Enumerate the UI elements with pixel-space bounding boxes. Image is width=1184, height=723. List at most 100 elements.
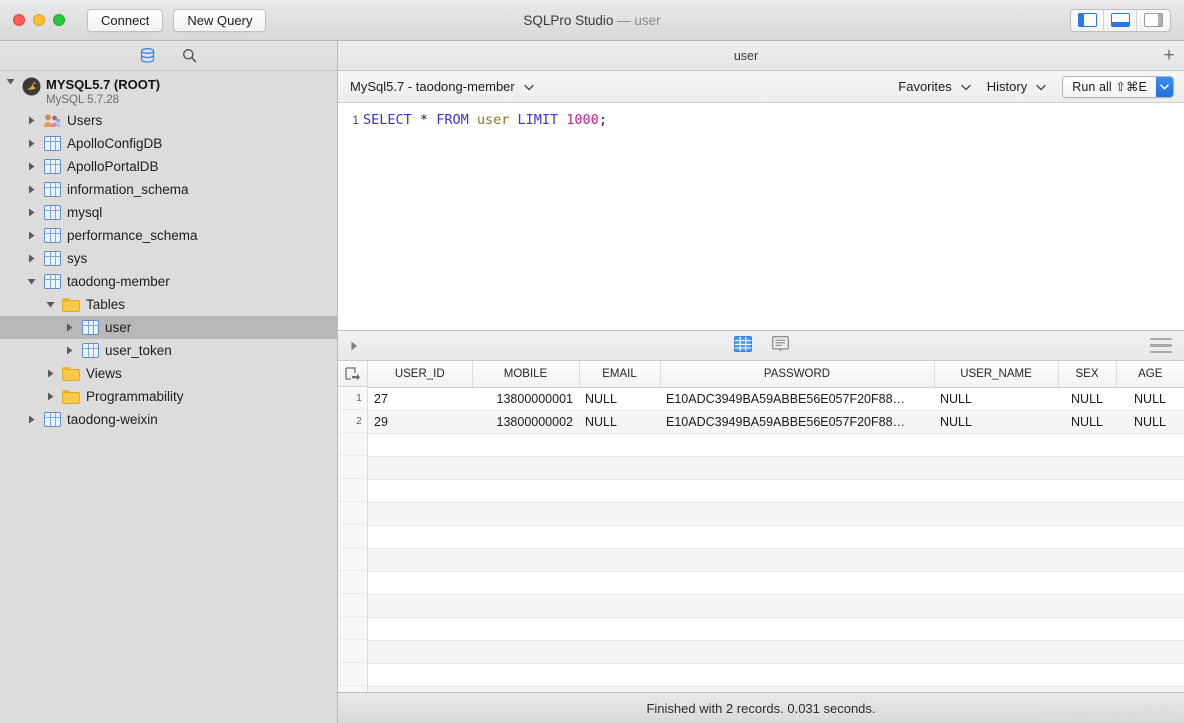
left-sidebar-toggle-button[interactable]	[1071, 9, 1104, 31]
sidebar-item-label: performance_schema	[67, 228, 198, 243]
run-options-dropdown-button[interactable]	[1156, 76, 1173, 97]
disclosure-triangle-collapsed-icon[interactable]	[59, 346, 79, 355]
column-header-email[interactable]: EMAIL	[579, 361, 661, 388]
table-cell-empty	[579, 640, 660, 664]
history-label: History	[986, 79, 1028, 94]
table-cell-sex[interactable]: NULL	[1058, 387, 1116, 411]
sidebar-item-apolloportaldb[interactable]: ApolloPortalDB	[0, 155, 337, 178]
table-cell-password[interactable]: E10ADC3949BA59ABBE56E057F20F88…	[660, 410, 934, 434]
right-sidebar-toggle-button[interactable]	[1137, 10, 1170, 31]
tree-node-root[interactable]: MYSQL5.7 (ROOT) MySQL 5.7.28	[0, 76, 337, 109]
sidebar-item-users[interactable]: Users	[0, 109, 337, 132]
sidebar-item-sys[interactable]: sys	[0, 247, 337, 270]
table-cell-empty	[934, 617, 1058, 641]
table-cell-user_id[interactable]: 29	[368, 410, 472, 434]
sidebar-item-label: Programmability	[86, 389, 184, 404]
connect-button[interactable]: Connect	[87, 8, 164, 32]
sql-editor[interactable]: 1 SELECT * FROM user LIMIT 1000;	[338, 103, 1184, 330]
table-cell-mobile[interactable]: 13800000002	[472, 410, 579, 434]
disclosure-triangle-collapsed-icon[interactable]	[40, 369, 60, 378]
column-header-user_name[interactable]: USER_NAME	[934, 361, 1059, 388]
table-cell-empty	[368, 479, 472, 503]
sidebar-item-taodong-weixin[interactable]: taodong-weixin	[0, 408, 337, 431]
disclosure-triangle-collapsed-icon[interactable]	[21, 116, 41, 125]
sidebar-item-tables[interactable]: Tables	[0, 293, 337, 316]
close-window-button[interactable]	[13, 14, 25, 26]
disclosure-triangle-collapsed-icon[interactable]	[21, 231, 41, 240]
table-cell-empty	[660, 571, 934, 595]
results-toolbar	[338, 331, 1184, 361]
disclosure-triangle-collapsed-icon[interactable]	[21, 162, 41, 171]
table-cell-age[interactable]: NULL	[1116, 387, 1184, 411]
table-row-empty	[368, 456, 1184, 480]
sidebar-item-mysql[interactable]: mysql	[0, 201, 337, 224]
column-header-age[interactable]: AGE	[1116, 361, 1184, 388]
column-header-user_id[interactable]: USER_ID	[368, 361, 473, 388]
column-header-sex[interactable]: SEX	[1058, 361, 1117, 388]
row-number[interactable]: 2	[338, 410, 367, 433]
disclosure-triangle-collapsed-icon[interactable]	[40, 392, 60, 401]
table-row-empty	[368, 502, 1184, 526]
table-cell-age[interactable]: NULL	[1116, 410, 1184, 434]
sidebar-item-taodong-member[interactable]: taodong-member	[0, 270, 337, 293]
table-row[interactable]: 27 13800000001 NULL E10ADC3949BA59ABBE56E05…	[368, 387, 1184, 411]
minimize-window-button[interactable]	[33, 14, 45, 26]
table-row[interactable]: 29 13800000002 NULL E10ADC3949BA59ABBE56E05…	[368, 410, 1184, 434]
maximize-window-button[interactable]	[53, 14, 65, 26]
connection-selector[interactable]: MySql5.7 - taodong-member	[350, 79, 534, 94]
new-query-button[interactable]: New Query	[173, 8, 267, 32]
table-cell-empty	[660, 663, 934, 687]
bottom-panel-toggle-button[interactable]	[1104, 9, 1137, 31]
disclosure-triangle-collapsed-icon[interactable]	[21, 415, 41, 424]
table-cell-user_name[interactable]: NULL	[934, 410, 1058, 434]
sidebar-item-user-token[interactable]: user_token	[0, 339, 337, 362]
column-header-password[interactable]: PASSWORD	[660, 361, 935, 388]
table-row-empty	[368, 640, 1184, 664]
disclosure-triangle-expanded-icon[interactable]	[0, 77, 20, 86]
tab-user[interactable]: user	[338, 49, 1154, 63]
search-icon[interactable]	[182, 48, 197, 63]
column-header-mobile[interactable]: MOBILE	[472, 361, 580, 388]
table-cell-mobile[interactable]: 13800000001	[472, 387, 579, 411]
table-cell-email[interactable]: NULL	[579, 410, 660, 434]
sidebar-item-performance-schema[interactable]: performance_schema	[0, 224, 337, 247]
table-cell-empty	[368, 433, 472, 457]
results-grid: 12 USER_ID MOBILE EMAIL PASSWORD USER_NAME SE…	[338, 361, 1184, 709]
sidebar-item-information-schema[interactable]: information_schema	[0, 178, 337, 201]
disclosure-triangle-collapsed-icon[interactable]	[59, 323, 79, 332]
table-cell-email[interactable]: NULL	[579, 387, 660, 411]
table-cell-user_id[interactable]: 27	[368, 387, 472, 411]
table-cell-user_name[interactable]: NULL	[934, 387, 1058, 411]
sidebar-item-programmability[interactable]: Programmability	[0, 385, 337, 408]
favorites-menu[interactable]: Favorites	[898, 79, 971, 94]
new-tab-button[interactable]: +	[1154, 46, 1184, 65]
table-cell-empty	[1116, 594, 1184, 618]
sidebar-item-user[interactable]: user	[0, 316, 337, 339]
table-cell-empty	[579, 594, 660, 618]
grid-view-icon[interactable]	[733, 336, 752, 355]
table-cell-empty	[368, 456, 472, 480]
database-icon[interactable]	[140, 47, 155, 64]
disclosure-triangle-expanded-icon[interactable]	[40, 300, 60, 309]
sidebar-item-views[interactable]: Views	[0, 362, 337, 385]
run-all-button[interactable]: Run all ⇧⌘E	[1063, 76, 1156, 97]
disclosure-triangle-expanded-icon[interactable]	[21, 277, 41, 286]
table-cell-empty	[1116, 548, 1184, 572]
disclosure-triangle-collapsed-icon[interactable]	[21, 185, 41, 194]
table-icon	[79, 320, 101, 335]
disclosure-triangle-collapsed-icon[interactable]	[21, 254, 41, 263]
users-icon	[41, 113, 63, 128]
table-cell-empty	[1058, 502, 1116, 526]
select-all-corner-icon[interactable]	[338, 361, 367, 387]
history-menu[interactable]: History	[987, 79, 1046, 94]
sidebar-item-label: ApolloPortalDB	[67, 159, 159, 174]
table-cell-password[interactable]: E10ADC3949BA59ABBE56E057F20F88…	[660, 387, 934, 411]
table-cell-sex[interactable]: NULL	[1058, 410, 1116, 434]
disclosure-triangle-collapsed-icon[interactable]	[21, 139, 41, 148]
table-cell-empty	[579, 456, 660, 480]
results-table-container[interactable]: USER_ID MOBILE EMAIL PASSWORD USER_NAME SEX AG…	[368, 361, 1184, 692]
messages-view-icon[interactable]	[771, 336, 789, 355]
sidebar-item-apolloconfigdb[interactable]: ApolloConfigDB	[0, 132, 337, 155]
disclosure-triangle-collapsed-icon[interactable]	[21, 208, 41, 217]
row-number[interactable]: 1	[338, 387, 367, 410]
